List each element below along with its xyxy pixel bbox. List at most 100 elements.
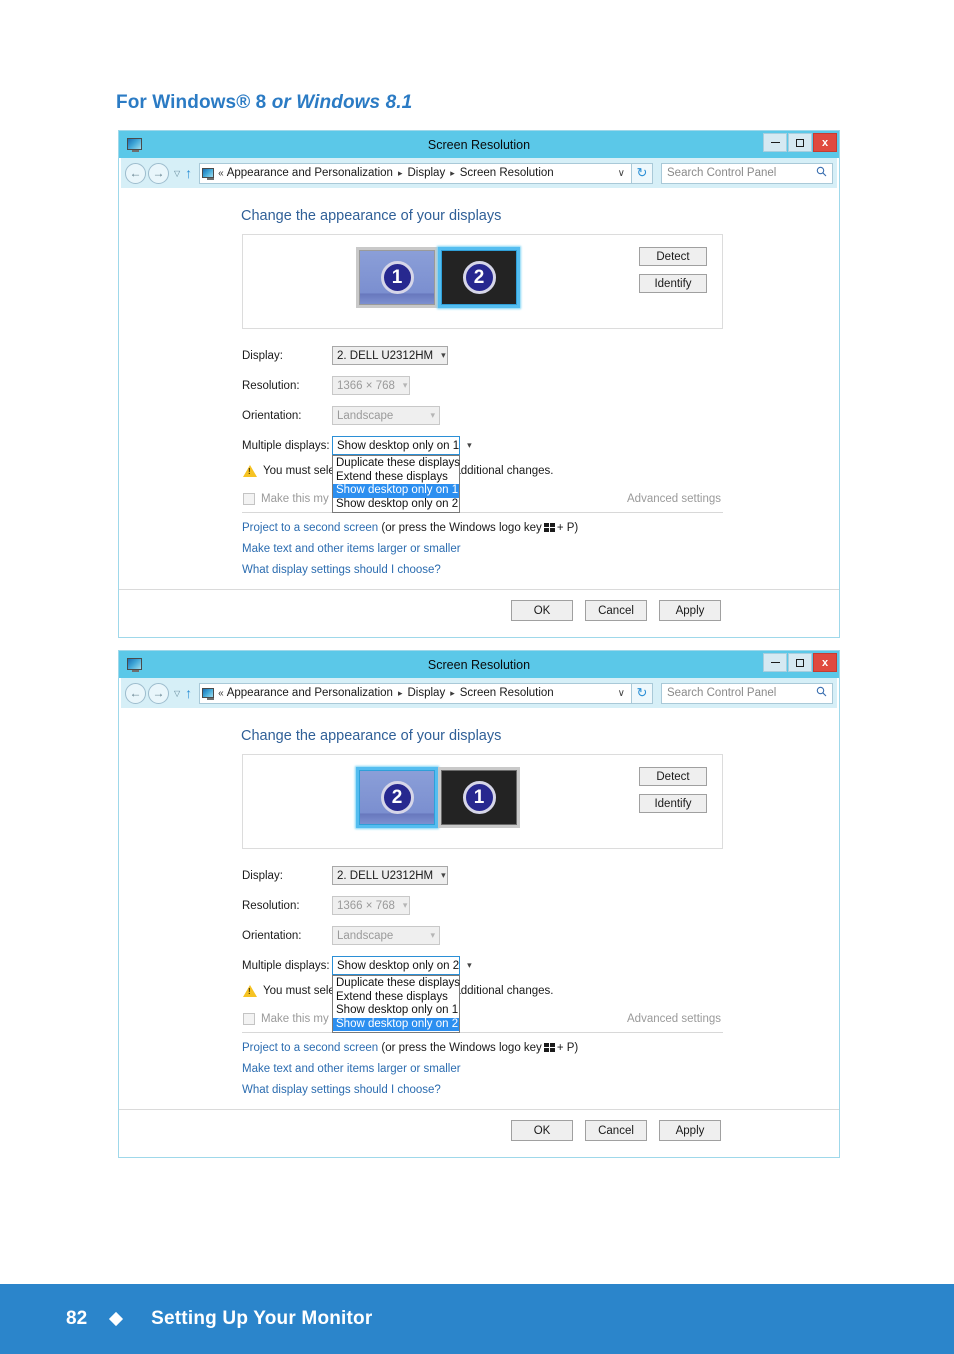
page-title: For Windows® 8 or Windows 8.1 [116, 92, 412, 114]
minimize-button[interactable] [763, 133, 787, 152]
multiple-displays-select[interactable]: Show desktop only on 1 ▾ [332, 436, 472, 455]
breadcrumb-item-screen-resolution[interactable]: Screen Resolution [460, 167, 554, 179]
address-bar[interactable]: « Appearance and Personalization ▸ Displ… [199, 682, 632, 704]
chevron-down-icon: ▾ [467, 440, 472, 450]
history-dropdown-icon[interactable]: ▽ [174, 169, 180, 178]
maximize-button[interactable] [788, 133, 812, 152]
breadcrumb-item-display[interactable]: Display [407, 167, 445, 179]
ok-button[interactable]: OK [511, 600, 573, 621]
chevron-down-icon: ▾ [467, 960, 472, 970]
window-controls: x [763, 133, 837, 152]
apply-button[interactable]: Apply [659, 1120, 721, 1141]
monitor-thumbnail[interactable]: 2 [438, 247, 520, 308]
make-text-larger-link[interactable]: Make text and other items larger or smal… [242, 543, 461, 555]
identify-button[interactable]: Identify [639, 794, 707, 813]
page-title-prefix: For Windows® 8 [116, 92, 272, 113]
monitor-number: 2 [462, 261, 496, 294]
apply-button[interactable]: Apply [659, 600, 721, 621]
breadcrumb-separator-icon: ▸ [397, 687, 403, 698]
monitor-thumbnail[interactable]: 1 [356, 247, 438, 308]
orientation-select[interactable]: Landscape ▾ [332, 926, 440, 945]
detect-button[interactable]: Detect [639, 247, 707, 266]
dropdown-option[interactable]: Extend these displays [333, 471, 459, 485]
window-content: Change the appearance of your displays 1… [119, 188, 839, 637]
resolution-select[interactable]: 1366 × 768 ▾ [332, 376, 410, 395]
forward-button[interactable]: → [148, 162, 169, 184]
cancel-button[interactable]: Cancel [585, 600, 647, 621]
back-button[interactable]: ← [125, 682, 146, 704]
display-select-value: 2. DELL U2312HM [337, 349, 434, 362]
search-icon [816, 166, 827, 180]
close-button[interactable]: x [813, 653, 837, 672]
make-text-larger-link[interactable]: Make text and other items larger or smal… [242, 1063, 461, 1075]
history-dropdown-icon[interactable]: ▽ [174, 689, 180, 698]
back-button[interactable]: ← [125, 162, 146, 184]
multiple-displays-dropdown-list[interactable]: Duplicate these displays Extend these di… [332, 455, 460, 513]
search-icon [816, 686, 827, 700]
display-arrangement-panel: 2 1 Detect Identify [242, 754, 723, 849]
cancel-button[interactable]: Cancel [585, 1120, 647, 1141]
multiple-displays-field-row: Multiple displays: Show desktop only on … [242, 436, 472, 455]
refresh-icon[interactable]: ↻ [632, 162, 653, 184]
breadcrumb-overflow-icon[interactable]: « [218, 168, 224, 179]
navigation-bar: ← → ▽ ↑ « Appearance and Personalization… [119, 678, 839, 708]
project-second-screen-link[interactable]: Project to a second screen (or press the… [242, 522, 578, 534]
orientation-select-value: Landscape [337, 929, 394, 942]
dropdown-option[interactable]: Show desktop only on 1 [333, 484, 459, 498]
multiple-displays-select[interactable]: Show desktop only on 2 ▾ [332, 956, 472, 975]
display-select[interactable]: 2. DELL U2312HM ▾ [332, 346, 448, 365]
dropdown-option[interactable]: Duplicate these displays [333, 457, 460, 471]
breadcrumb-item-appearance[interactable]: Appearance and Personalization [227, 687, 393, 699]
orientation-field-row: Orientation: Landscape ▾ [242, 926, 440, 945]
multiple-displays-value: Show desktop only on 2 [337, 959, 460, 972]
main-display-checkbox[interactable] [243, 493, 255, 505]
monitor-thumbnail[interactable]: 2 [356, 767, 438, 828]
minimize-button[interactable] [763, 653, 787, 672]
dropdown-option[interactable]: Show desktop only on 2 [333, 1017, 459, 1031]
maximize-button[interactable] [788, 653, 812, 672]
resolution-label: Resolution: [242, 899, 300, 912]
advanced-settings-link[interactable]: Advanced settings [627, 1013, 721, 1025]
search-input[interactable]: Search Control Panel [661, 162, 833, 184]
what-display-settings-link[interactable]: What display settings should I choose? [242, 1084, 441, 1096]
breadcrumb-overflow-icon[interactable]: « [218, 688, 224, 699]
what-display-settings-link[interactable]: What display settings should I choose? [242, 564, 441, 576]
breadcrumb-item-appearance[interactable]: Appearance and Personalization [227, 167, 393, 179]
detect-button[interactable]: Detect [639, 767, 707, 786]
advanced-settings-link[interactable]: Advanced settings [627, 493, 721, 505]
breadcrumb-item-display[interactable]: Display [407, 687, 445, 699]
address-dropdown-icon[interactable]: ∨ [612, 688, 631, 699]
dropdown-option[interactable]: Duplicate these displays [333, 977, 460, 991]
refresh-icon[interactable]: ↻ [632, 682, 653, 704]
close-button[interactable]: x [813, 133, 837, 152]
dropdown-option[interactable]: Extend these displays [333, 991, 459, 1005]
display-select[interactable]: 2. DELL U2312HM ▾ [332, 866, 448, 885]
search-input[interactable]: Search Control Panel [661, 682, 833, 704]
monitor-thumbnail[interactable]: 1 [438, 767, 520, 828]
breadcrumb-item-screen-resolution[interactable]: Screen Resolution [460, 687, 554, 699]
project-link-suffix-a: (or press the Windows logo key [381, 1042, 542, 1054]
orientation-field-row: Orientation: Landscape ▾ [242, 406, 440, 425]
search-placeholder: Search Control Panel [667, 687, 777, 699]
up-arrow-icon[interactable]: ↑ [185, 166, 192, 180]
project-second-screen-link[interactable]: Project to a second screen (or press the… [242, 1042, 578, 1054]
address-bar[interactable]: « Appearance and Personalization ▸ Displ… [199, 162, 632, 184]
orientation-label: Orientation: [242, 409, 302, 422]
dropdown-option[interactable]: Show desktop only on 1 [333, 1004, 459, 1018]
resolution-label: Resolution: [242, 379, 300, 392]
dropdown-option[interactable]: Show desktop only on 2 [333, 498, 459, 512]
identify-button[interactable]: Identify [639, 274, 707, 293]
address-dropdown-icon[interactable]: ∨ [612, 168, 631, 179]
orientation-select[interactable]: Landscape ▾ [332, 406, 440, 425]
main-display-checkbox[interactable] [243, 1013, 255, 1025]
windows-logo-key-icon [543, 523, 555, 532]
chevron-down-icon: ▾ [441, 350, 446, 360]
breadcrumb-separator-icon: ▸ [397, 167, 403, 178]
ok-button[interactable]: OK [511, 1120, 573, 1141]
breadcrumb-separator-icon: ▸ [450, 167, 455, 178]
resolution-select[interactable]: 1366 × 768 ▾ [332, 896, 410, 915]
section-heading: Change the appearance of your displays [241, 208, 502, 224]
multiple-displays-dropdown-list[interactable]: Duplicate these displays Extend these di… [332, 975, 460, 1033]
forward-button[interactable]: → [148, 682, 169, 704]
up-arrow-icon[interactable]: ↑ [185, 686, 192, 700]
